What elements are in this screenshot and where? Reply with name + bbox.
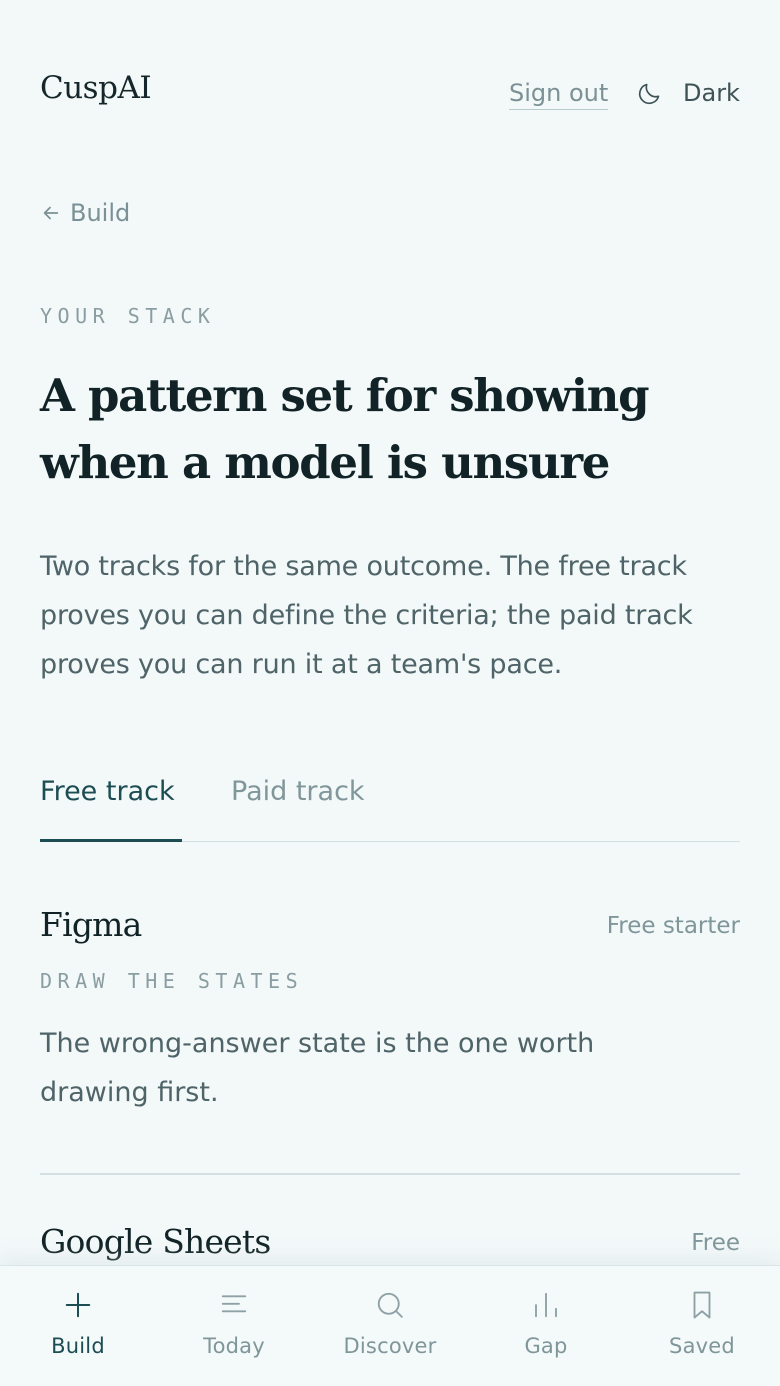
nav-item-today[interactable]: Today [156, 1266, 312, 1386]
lines-icon [221, 1295, 247, 1313]
list-item-figma[interactable]: Figma Free starter DRAW THE STATES The w… [40, 905, 740, 1145]
page-title: A pattern set for showing when a model i… [40, 369, 650, 489]
search-icon [377, 1292, 403, 1318]
nav-item-discover[interactable]: Discover [312, 1266, 468, 1386]
item-name: Figma [40, 905, 142, 944]
plus-icon [65, 1292, 91, 1318]
active-tab-indicator [40, 839, 182, 842]
nav-label: Gap [524, 1334, 568, 1358]
item-price-tag: Free [691, 1230, 740, 1256]
tab-paid-track[interactable]: Paid track [231, 774, 365, 810]
nav-label: Today [203, 1334, 265, 1358]
sign-out-link[interactable]: Sign out [509, 79, 609, 110]
item-kicker: DRAW THE STATES [40, 969, 304, 993]
nav-item-gap[interactable]: Gap [468, 1266, 624, 1386]
divider [40, 1173, 740, 1175]
section-eyebrow: YOUR STACK [40, 304, 216, 328]
item-note: The wrong-answer state is the one worth … [40, 1028, 595, 1108]
page-description: Two tracks for the same outcome. The fre… [40, 551, 693, 680]
nav-item-saved[interactable]: Saved [624, 1266, 780, 1386]
nav-label: Build [51, 1334, 105, 1358]
bottom-nav: Build Today Discover Gap Saved [0, 1265, 780, 1386]
moon-icon [638, 83, 660, 104]
arrow-left-icon [43, 206, 59, 220]
brand-logo[interactable]: CuspAI [40, 70, 152, 106]
item-name: Google Sheets [40, 1222, 271, 1261]
track-tabs: Free track Paid track [40, 760, 740, 842]
back-label: Build [70, 199, 131, 227]
bar-chart-icon [535, 1292, 557, 1318]
nav-label: Saved [669, 1334, 735, 1358]
bookmark-icon [693, 1291, 711, 1319]
theme-label: Dark [683, 79, 740, 107]
tab-free-track[interactable]: Free track [40, 774, 175, 810]
nav-item-build[interactable]: Build [0, 1266, 156, 1386]
theme-toggle[interactable]: Dark [636, 79, 740, 107]
back-link[interactable]: Build [40, 198, 130, 228]
page: CuspAI Sign out Dark Build YOUR STACK A … [0, 0, 780, 1386]
item-price-tag: Free starter [606, 913, 740, 939]
nav-label: Discover [343, 1334, 437, 1358]
